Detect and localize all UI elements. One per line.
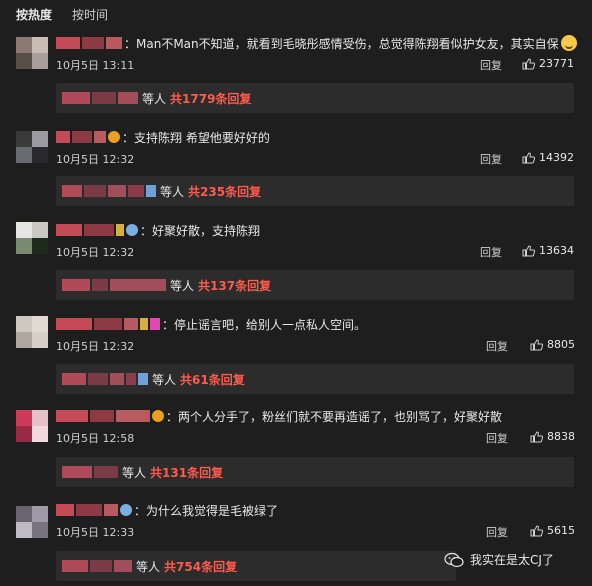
like-count: 8838: [547, 430, 575, 443]
sub-replies-bar[interactable]: 等人 共61条回复: [56, 364, 574, 394]
comment-text: 停止谣言吧，给别人一点私人空间。: [174, 317, 367, 332]
comment-text: 两个人分手了，粉丝们就不要再造谣了，也别骂了，好聚好散: [178, 409, 503, 424]
comment-date: 10月5日 12:32: [56, 246, 135, 259]
username-mosaic[interactable]: [56, 224, 82, 236]
sub-replies-count[interactable]: 共61条回复: [180, 371, 245, 388]
comment-line: ：好聚好散，支持陈翔: [56, 220, 260, 240]
avatar[interactable]: [16, 506, 48, 538]
sub-replies-count[interactable]: 共1779条回复: [170, 90, 251, 107]
sub-replies-label: 等人: [136, 559, 161, 574]
tab-by-hot[interactable]: 按热度: [16, 6, 52, 26]
comment-text: 为什么我觉得是毛被绿了: [146, 503, 279, 518]
rainbow-badge-icon: [126, 224, 138, 236]
watermark-text: 我实在是太CJ了: [470, 553, 554, 567]
comment-line: ：停止谣言吧，给别人一点私人空间。: [56, 314, 366, 334]
like-button[interactable]: 8805: [530, 338, 575, 351]
comment-text: 支持陈翔 希望他要好好的: [134, 130, 270, 145]
reply-button[interactable]: 回复: [486, 338, 508, 354]
like-count: 13634: [539, 244, 574, 257]
tab-by-time[interactable]: 按时间: [72, 6, 108, 26]
like-count: 5615: [547, 524, 575, 537]
sub-replies-label: 等人: [170, 278, 195, 293]
comment-line: ：两个人分手了，粉丝们就不要再造谣了，也别骂了，好聚好散: [56, 406, 502, 426]
thumbs-up-icon: [522, 57, 535, 69]
reply-button[interactable]: 回复: [480, 151, 502, 167]
vip-badge-icon: [108, 131, 120, 143]
comment-line: ：支持陈翔 希望他要好好的: [56, 127, 270, 147]
like-count: 23771: [539, 57, 574, 70]
rainbow-badge-icon: [120, 504, 132, 516]
reply-button[interactable]: 回复: [486, 524, 508, 540]
sub-replies-label: 等人: [142, 91, 167, 106]
sort-tabs: 按热度 按时间: [16, 6, 108, 26]
comment-date: 10月5日 13:11: [56, 59, 135, 72]
sub-replies-count[interactable]: 共131条回复: [150, 464, 223, 481]
reply-button[interactable]: 回复: [486, 430, 508, 446]
watermark: 我实在是太CJ了: [444, 551, 554, 568]
like-button[interactable]: 23771: [522, 57, 574, 70]
comment-item: ：好聚好散，支持陈翔 10月5日 12:32 回复 13634 等人 共137条…: [0, 220, 592, 310]
comment-date: 10月5日 12:32: [56, 340, 135, 353]
comment-item: ：停止谣言吧，给别人一点私人空间。 10月5日 12:32 回复 8805 等人…: [0, 314, 592, 404]
thumbs-up-icon: [530, 430, 543, 442]
thumbs-up-icon: [530, 338, 543, 350]
sub-replies-label: 等人: [152, 372, 177, 387]
comment-date: 10月5日 12:33: [56, 526, 135, 539]
thumbs-up-icon: [522, 244, 535, 256]
comment-date: 10月5日 12:58: [56, 432, 135, 445]
sub-replies-bar[interactable]: 等人 共235条回复: [56, 176, 574, 206]
comment-line: ：为什么我觉得是毛被绿了: [56, 500, 278, 520]
avatar[interactable]: [16, 131, 48, 163]
like-button[interactable]: 5615: [530, 524, 575, 537]
comment-item: ： Man不Man不知道，就看到毛晓彤感情受伤，总觉得陈翔看似护女友，其实自保 1…: [0, 33, 592, 123]
like-count: 8805: [547, 338, 575, 351]
reply-button[interactable]: 回复: [480, 57, 502, 73]
sweat-smile-emoji-icon: [560, 35, 577, 51]
vip-badge-icon: [152, 410, 164, 422]
sub-replies-count[interactable]: 共754条回复: [164, 558, 237, 575]
sub-replies-bar[interactable]: 等人 共131条回复: [56, 457, 574, 487]
wechat-icon: [444, 552, 464, 567]
comment-item: ：支持陈翔 希望他要好好的 10月5日 12:32 回复 14392 等人 共2…: [0, 127, 592, 217]
sub-replies-bar[interactable]: 等人 共754条回复: [56, 551, 456, 581]
username-mosaic[interactable]: [56, 410, 88, 422]
sub-replies-bar[interactable]: 等人 共1779条回复: [56, 83, 574, 113]
comment-date: 10月5日 12:32: [56, 153, 135, 166]
avatar[interactable]: [16, 222, 48, 254]
avatar[interactable]: [16, 316, 48, 348]
sub-replies-count[interactable]: 共235条回复: [188, 183, 261, 200]
comment-line: ： Man不Man不知道，就看到毛晓彤感情受伤，总觉得陈翔看似护女友，其实自保: [56, 33, 577, 53]
like-count: 14392: [539, 151, 574, 164]
like-button[interactable]: 13634: [522, 244, 574, 257]
username-mosaic[interactable]: [56, 131, 70, 143]
username-mosaic[interactable]: [56, 37, 80, 49]
username-mosaic[interactable]: [56, 318, 92, 330]
avatar[interactable]: [16, 37, 48, 69]
avatar[interactable]: [16, 410, 48, 442]
like-button[interactable]: 14392: [522, 151, 574, 164]
reply-button[interactable]: 回复: [480, 244, 502, 260]
comment-item: ：两个人分手了，粉丝们就不要再造谣了，也别骂了，好聚好散 10月5日 12:58…: [0, 406, 592, 496]
comment-item: ：为什么我觉得是毛被绿了 10月5日 12:33 回复 5615 等人 共754…: [0, 500, 592, 586]
comment-text: 好聚好散，支持陈翔: [152, 223, 261, 238]
thumbs-up-icon: [530, 524, 543, 536]
sub-replies-count[interactable]: 共137条回复: [198, 277, 271, 294]
like-button[interactable]: 8838: [530, 430, 575, 443]
comment-text: Man不Man不知道，就看到毛晓彤感情受伤，总觉得陈翔看似护女友，其实自保: [136, 36, 559, 51]
username-mosaic[interactable]: [56, 504, 74, 516]
thumbs-up-icon: [522, 151, 535, 163]
sub-replies-bar[interactable]: 等人 共137条回复: [56, 270, 574, 300]
sub-replies-label: 等人: [160, 184, 185, 199]
sub-replies-label: 等人: [122, 465, 147, 480]
